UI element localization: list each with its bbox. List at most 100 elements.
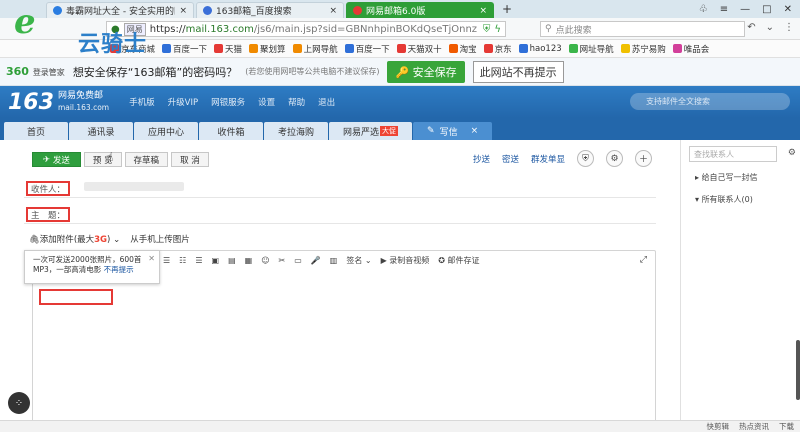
expand-icon[interactable]: ⤢ bbox=[640, 255, 647, 265]
bookmark-item[interactable]: 淘宝 bbox=[448, 43, 477, 55]
mail-menu-item[interactable]: 帮助 bbox=[288, 96, 305, 108]
maximize-icon[interactable]: □ bbox=[762, 4, 771, 15]
menu-icon[interactable]: ≡ bbox=[720, 4, 728, 15]
close-icon[interactable]: ✕ bbox=[148, 254, 155, 264]
bookmark-item[interactable]: 百度一下 bbox=[344, 43, 390, 55]
contact-settings-icon[interactable]: ⚙ bbox=[788, 148, 796, 158]
add-contact-icon[interactable]: ＋ bbox=[635, 150, 652, 167]
mail-menu: 手机版 升级VIP 网银服务 设置 帮助 退出 bbox=[129, 96, 335, 108]
browser-tab-1[interactable]: 163邮箱_百度搜索 × bbox=[196, 2, 344, 18]
bookmark-item[interactable]: 京东 bbox=[483, 43, 512, 55]
close-icon[interactable]: × bbox=[479, 6, 487, 16]
add-attachment-link[interactable]: 🖇添加附件(最大3G) ⌄ bbox=[29, 233, 120, 245]
apps-grid-icon[interactable]: ⁘ bbox=[8, 392, 30, 414]
status-item[interactable]: 热点资讯 bbox=[739, 421, 769, 432]
recipient-value bbox=[84, 182, 184, 191]
mail-tab[interactable]: 应用中心 bbox=[134, 122, 199, 140]
editor-toolbar: ☰ ☷ ☰ ▣ ▤ ▦ ☺ ✂ ▭ 🎤 ▥ 签名 ⌄ ▶ 录制音视频 ✪ 邮件存… bbox=[163, 255, 480, 266]
url-path: /js6/main.jsp?sid=GBNnhpinBOKdQseTjOnnz bbox=[253, 23, 478, 35]
bookmark-item[interactable]: 百度一下 bbox=[162, 43, 207, 55]
bookmark-favicon-icon bbox=[162, 44, 172, 53]
undo-icon[interactable]: ↶ bbox=[747, 22, 755, 33]
bookmark-item[interactable]: 天猫双十 bbox=[396, 43, 442, 55]
close-window-icon[interactable]: ✕ bbox=[784, 4, 792, 15]
preview-button[interactable]: 预 览 bbox=[83, 152, 122, 167]
emoji-icon[interactable]: ☺ bbox=[261, 256, 269, 265]
screenshot-icon[interactable]: ✂ bbox=[279, 256, 286, 265]
cancel-button[interactable]: 取 消 bbox=[171, 152, 209, 167]
security-icon[interactable]: ⛨ bbox=[577, 150, 594, 167]
table-icon[interactable]: ▦ bbox=[245, 256, 253, 265]
mail-tab[interactable]: 收件箱 bbox=[199, 122, 264, 140]
bcc-link[interactable]: 密送 bbox=[502, 153, 519, 165]
browser-search-input[interactable]: ⚲ 点此搜索 bbox=[540, 21, 745, 37]
window-controls: ♧ ≡ — □ ✕ bbox=[699, 4, 800, 15]
no-more-tip-link[interactable]: 不再提示 bbox=[104, 265, 134, 274]
bookmark-item[interactable]: 上网导航 bbox=[292, 43, 338, 55]
record-video-link[interactable]: ▶ 录制音视频 bbox=[381, 255, 430, 266]
list-icon[interactable]: ☰ bbox=[195, 256, 202, 265]
watermark-logo: e 云骑士 bbox=[8, 0, 158, 58]
align-icon[interactable]: ☰ bbox=[163, 256, 170, 265]
mail-tab[interactable]: 考拉海购 bbox=[264, 122, 329, 140]
skin-icon[interactable]: ♧ bbox=[699, 4, 708, 15]
close-icon[interactable]: × bbox=[329, 6, 337, 16]
image-icon[interactable]: ▣ bbox=[212, 256, 220, 265]
mail-tab[interactable]: 首页 bbox=[4, 122, 68, 140]
phone-upload-link[interactable]: 从手机上传图片 bbox=[130, 233, 190, 245]
logo-e-icon: e bbox=[14, 2, 36, 42]
mail-menu-item[interactable]: 网银服务 bbox=[211, 96, 245, 108]
mail-tab[interactable]: 通讯录 bbox=[69, 122, 133, 140]
mail-search-input[interactable]: 支持邮件全文搜索 bbox=[630, 93, 790, 110]
send-button[interactable]: ✈ 发送 bbox=[32, 152, 81, 167]
mail-menu-item[interactable]: 退出 bbox=[318, 96, 335, 108]
no-show-button[interactable]: 此网站不再提示 bbox=[472, 60, 564, 83]
bookmark-item[interactable]: 天猫 bbox=[214, 43, 242, 55]
scrollbar[interactable] bbox=[796, 340, 800, 400]
compose-panel: ✈ 发送 预 览 存草稿 取 消 抄送 密送 群发单显 ⛨ ⚙ ＋ 收件人： 主… bbox=[24, 144, 656, 432]
close-icon[interactable]: × bbox=[471, 126, 479, 136]
chevron-down-icon[interactable]: ⌄ bbox=[766, 22, 774, 33]
signature-menu[interactable]: 签名 ⌄ bbox=[346, 255, 371, 266]
subject-field[interactable]: 主 题： bbox=[24, 204, 656, 224]
safe-save-button[interactable]: 🔑 安全保存 bbox=[387, 60, 465, 83]
bookmark-item[interactable]: 唯品会 bbox=[672, 43, 709, 55]
mail-tab[interactable]: 网易严选 大促 bbox=[329, 122, 413, 140]
mail-menu-item[interactable]: 设置 bbox=[258, 96, 275, 108]
shield-icon[interactable]: ⛨ bbox=[483, 24, 491, 35]
indent-icon[interactable]: ☷ bbox=[179, 256, 186, 265]
mail-tab[interactable]: ✎ 写信 × bbox=[413, 122, 493, 140]
chart-icon[interactable]: ▥ bbox=[330, 256, 338, 265]
recipient-field[interactable]: 收件人： bbox=[24, 178, 656, 198]
picture-icon[interactable]: ▤ bbox=[228, 256, 236, 265]
mic-icon[interactable]: 🎤 bbox=[311, 256, 321, 265]
mail-menu-item[interactable]: 升级VIP bbox=[168, 96, 198, 108]
new-tab-icon[interactable]: + bbox=[502, 2, 512, 16]
url-input[interactable]: ● 网易 https://mail.163.com/js6/main.jsp?s… bbox=[106, 21, 506, 37]
lightning-icon[interactable]: ϟ bbox=[494, 24, 501, 35]
mail-menu-item[interactable]: 手机版 bbox=[129, 96, 155, 108]
bookmark-item[interactable]: hao123 bbox=[518, 44, 562, 54]
browser-tab-2[interactable]: 网易邮箱6.0版 × bbox=[346, 2, 494, 18]
subject-label: 主 题： bbox=[26, 207, 71, 222]
close-icon[interactable]: × bbox=[179, 6, 187, 16]
status-item[interactable]: 下载 bbox=[779, 421, 794, 432]
mail-stamp-link[interactable]: ✪ 邮件存证 bbox=[438, 255, 479, 266]
bookmark-item[interactable]: 苏宁易购 bbox=[620, 43, 666, 55]
write-to-self-link[interactable]: ▸ 给自己写一封信 bbox=[695, 172, 758, 183]
send-icon: ✈ bbox=[43, 154, 53, 165]
doc-icon[interactable]: ▭ bbox=[294, 256, 302, 265]
attachment-row: 🖇添加附件(最大3G) ⌄ 从手机上传图片 bbox=[29, 233, 190, 245]
save-draft-button[interactable]: 存草稿 bbox=[124, 152, 169, 167]
bookmark-item[interactable]: 聚划算 bbox=[249, 43, 286, 55]
gear-icon[interactable]: ⚙ bbox=[606, 150, 623, 167]
single-send-link[interactable]: 群发单显 bbox=[531, 153, 565, 165]
minimize-icon[interactable]: — bbox=[740, 4, 750, 15]
more-icon[interactable]: ⋮ bbox=[784, 22, 794, 33]
all-contacts-group[interactable]: ▾ 所有联系人(0) bbox=[695, 194, 753, 205]
bookmark-favicon-icon bbox=[518, 44, 528, 53]
bookmark-item[interactable]: 网址导航 bbox=[568, 43, 614, 55]
contact-search-input[interactable]: 查找联系人 bbox=[689, 146, 777, 162]
cc-link[interactable]: 抄送 bbox=[473, 153, 490, 165]
status-item[interactable]: 快剪辑 bbox=[707, 421, 730, 432]
